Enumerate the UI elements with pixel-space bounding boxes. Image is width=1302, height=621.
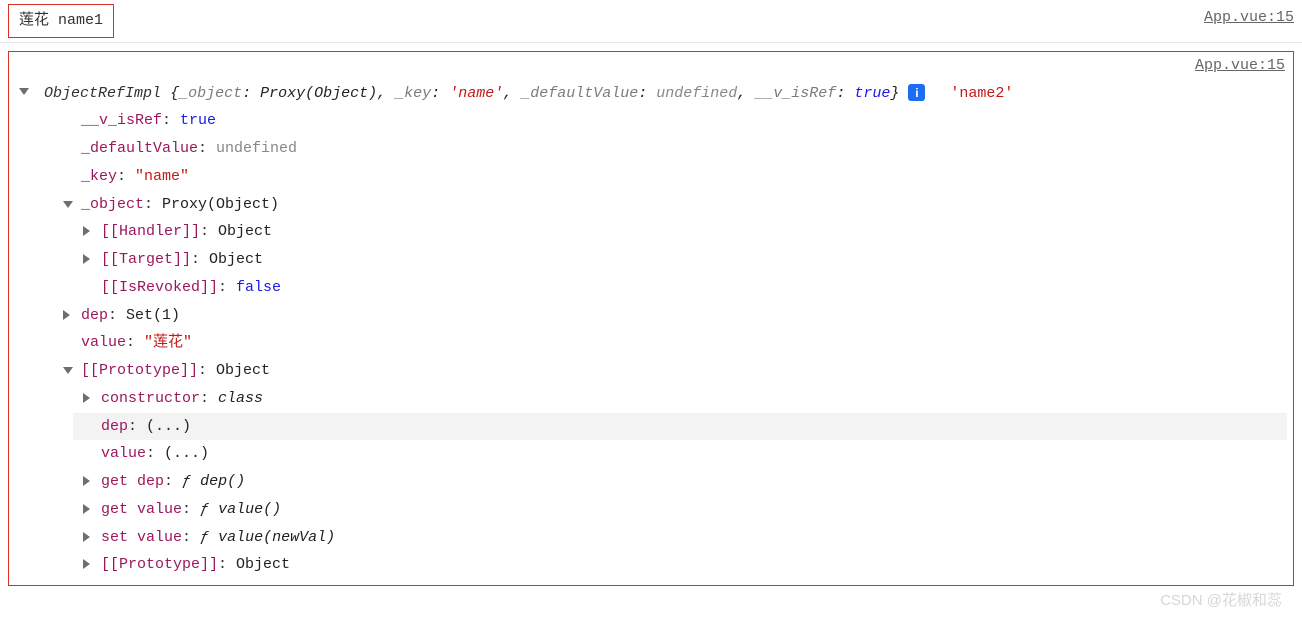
expand-arrow-icon[interactable]	[19, 88, 29, 95]
watermark: CSDN @花椒和蕊	[1160, 587, 1282, 615]
class-name: ObjectRefImpl	[44, 85, 161, 102]
chevron-right-icon[interactable]	[83, 393, 90, 403]
prop-defaultvalue[interactable]: _defaultValue: undefined	[53, 135, 1287, 163]
chevron-down-icon[interactable]	[63, 367, 73, 374]
prop-isrevoked[interactable]: [[IsRevoked]]: false	[73, 274, 1287, 302]
source-link-1[interactable]: App.vue:15	[1204, 4, 1294, 32]
prop-get-value[interactable]: get value: ƒ value()	[73, 496, 1287, 524]
trailing-arg: 'name2'	[950, 85, 1013, 102]
chevron-right-icon[interactable]	[83, 254, 90, 264]
object-header[interactable]: ObjectRefImpl {_object: Proxy(Object), _…	[15, 80, 1287, 108]
prop-key-field[interactable]: _key: "name"	[53, 163, 1287, 191]
chevron-right-icon[interactable]	[83, 559, 90, 569]
prop-set-value[interactable]: set value: ƒ value(newVal)	[73, 524, 1287, 552]
prop-handler[interactable]: [[Handler]]: Object	[73, 218, 1287, 246]
chevron-right-icon[interactable]	[83, 504, 90, 514]
console-log-row-1: 莲花 name1 App.vue:15	[0, 0, 1302, 43]
prop-get-dep[interactable]: get dep: ƒ dep()	[73, 468, 1287, 496]
prop-object[interactable]: _object: Proxy(Object)	[53, 191, 1287, 219]
chevron-right-icon[interactable]	[83, 476, 90, 486]
object-tree: __v_isRef: true _defaultValue: undefined…	[15, 107, 1287, 579]
console-log-row-2: App.vue:15 ObjectRefImpl {_object: Proxy…	[8, 51, 1294, 586]
prop-value-getter[interactable]: value: (...)	[73, 440, 1287, 468]
prop-dep[interactable]: dep: Set(1)	[53, 302, 1287, 330]
chevron-right-icon[interactable]	[83, 226, 90, 236]
chevron-right-icon[interactable]	[83, 532, 90, 542]
log-value-1: 莲花	[19, 12, 49, 29]
source-link-2[interactable]: App.vue:15	[1195, 57, 1285, 74]
prop-constructor[interactable]: constructor: class	[73, 385, 1287, 413]
highlight-box-1: 莲花 name1	[8, 4, 114, 38]
info-icon[interactable]: i	[908, 84, 925, 101]
chevron-right-icon[interactable]	[63, 310, 70, 320]
prop-dep-getter[interactable]: dep: (...)	[73, 413, 1287, 441]
prop-prototype[interactable]: [[Prototype]]: Object	[53, 357, 1287, 385]
prop-prototype-inner[interactable]: [[Prototype]]: Object	[73, 551, 1287, 579]
prop-value[interactable]: value: "莲花"	[53, 329, 1287, 357]
log-value-2: name1	[58, 12, 103, 29]
prop-target[interactable]: [[Target]]: Object	[73, 246, 1287, 274]
chevron-down-icon[interactable]	[63, 201, 73, 208]
prop-v-isref[interactable]: __v_isRef: true	[53, 107, 1287, 135]
